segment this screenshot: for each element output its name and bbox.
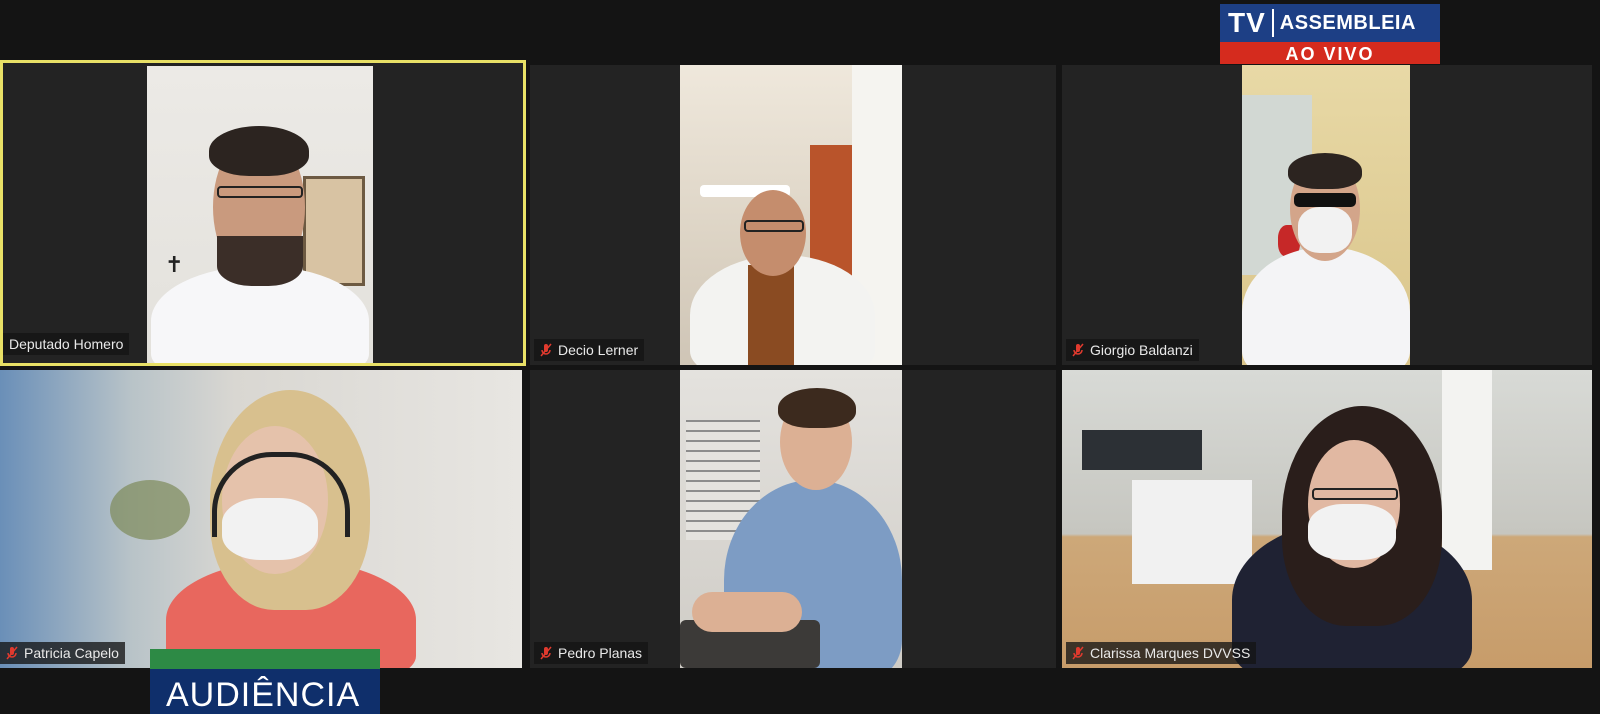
face-mask <box>1308 504 1396 560</box>
video-feed <box>680 370 902 668</box>
video-feed <box>1062 370 1592 668</box>
video-tile-decio-lerner[interactable]: Decio Lerner <box>530 65 1056 365</box>
logo-name: ASSEMBLEIA <box>1279 11 1416 34</box>
cabinet <box>1132 480 1252 584</box>
hair <box>209 126 309 176</box>
person <box>1242 247 1410 365</box>
muted-mic-icon <box>6 646 18 660</box>
muted-mic-icon <box>1072 646 1084 660</box>
hair <box>778 388 856 428</box>
monitors <box>1082 430 1202 470</box>
banner-stripe <box>150 649 380 669</box>
participant-name: Decio Lerner <box>558 342 639 358</box>
video-tile-giorgio-baldanzi[interactable]: Giorgio Baldanzi <box>1062 65 1592 365</box>
tv-assembleia-logo: TV ASSEMBLEIA AO VIVO <box>1220 4 1440 66</box>
glasses <box>1312 488 1398 500</box>
plant <box>110 480 190 540</box>
glasses <box>217 186 303 198</box>
video-tile-patricia-capelo[interactable]: Patricia Capelo <box>0 370 522 668</box>
cross-icon: ✝ <box>165 252 184 277</box>
video-feed <box>1242 65 1410 365</box>
pillar <box>1442 370 1492 570</box>
sunglasses <box>1294 193 1356 207</box>
logo-top: TV ASSEMBLEIA <box>1220 4 1440 42</box>
video-feed: ✝ <box>147 66 373 363</box>
logo-tv: TV <box>1228 7 1266 38</box>
beard <box>217 236 303 286</box>
glasses <box>744 220 804 232</box>
participant-name: Pedro Planas <box>558 645 643 661</box>
video-feed <box>0 370 522 668</box>
participant-name: Deputado Homero <box>9 336 124 352</box>
participant-name-tag: Decio Lerner <box>534 339 645 361</box>
participant-name-tag: Clarissa Marques DVVSS <box>1066 642 1257 664</box>
participant-name-tag: Giorgio Baldanzi <box>1066 339 1199 361</box>
program-label: AUDIÊNCIA <box>150 669 380 714</box>
face-mask <box>1298 207 1352 253</box>
participant-name-tag: Pedro Planas <box>534 642 649 664</box>
video-tile-pedro-planas[interactable]: Pedro Planas <box>530 370 1056 668</box>
head <box>740 190 806 276</box>
participant-name-tag: Deputado Homero <box>3 333 130 355</box>
hand <box>692 592 802 632</box>
participant-name: Patricia Capelo <box>24 645 119 661</box>
hair <box>1288 153 1362 189</box>
video-tile-deputado-homero[interactable]: ✝ Deputado Homero <box>0 60 526 366</box>
muted-mic-icon <box>540 343 552 357</box>
participant-name: Giorgio Baldanzi <box>1090 342 1193 358</box>
video-tile-clarissa-marques[interactable]: Clarissa Marques DVVSS <box>1062 370 1592 668</box>
program-banner: AUDIÊNCIA <box>150 649 380 714</box>
muted-mic-icon <box>540 646 552 660</box>
shirt <box>748 265 794 365</box>
participant-name: Clarissa Marques DVVSS <box>1090 645 1251 661</box>
live-badge: AO VIVO <box>1220 42 1440 64</box>
participant-name-tag: Patricia Capelo <box>0 642 125 664</box>
wall-frame <box>303 176 365 286</box>
video-feed <box>680 65 902 365</box>
muted-mic-icon <box>1072 343 1084 357</box>
